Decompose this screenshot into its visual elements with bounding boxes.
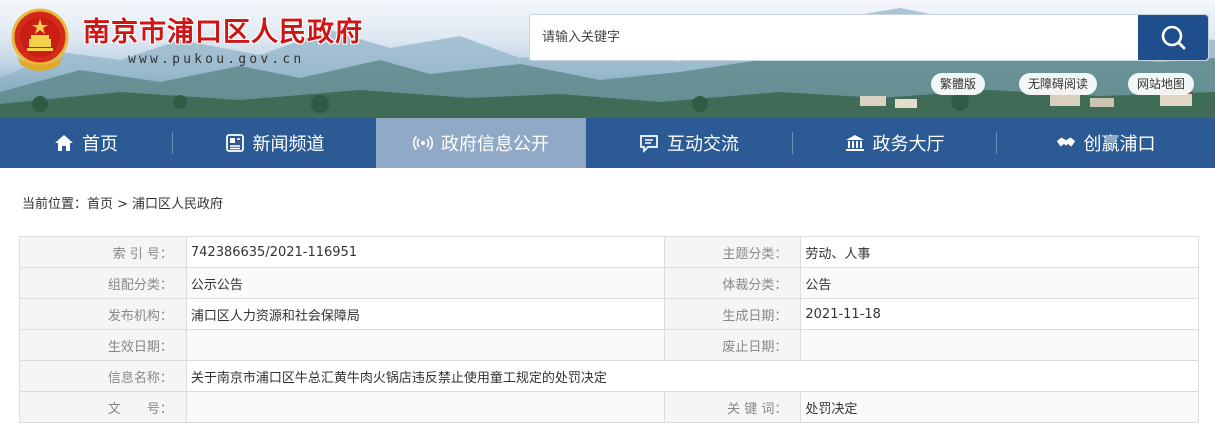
breadcrumb-separator: > [117,197,128,212]
news-icon [225,133,245,153]
nav-item-gov-info[interactable]: 政府信息公开 [376,118,586,168]
nav-item-interaction[interactable]: 互动交流 [586,118,792,168]
index-number-value: 742386635/2021-116951 [185,236,666,268]
breadcrumb: 当前位置：首页 > 浦口区人民政府 [22,193,227,212]
publisher-value: 浦口区人力资源和社会保障局 [185,298,666,330]
main-nav: 首页 新闻频道 政府信息公开 互动交流 政务大厅 创赢浦口 [0,118,1215,168]
breadcrumb-home-link[interactable]: 首页 [87,197,113,212]
site-title[interactable]: 南京市浦口区人民政府 [83,10,363,49]
effective-date-value [185,329,666,361]
search-button[interactable] [1138,15,1208,60]
effective-date-label: 生效日期： [19,329,187,361]
repeal-date-label: 废止日期： [664,329,802,361]
index-number-label: 索 引 号： [19,236,187,268]
accessibility-link[interactable]: 无障碍阅读 [1019,73,1098,95]
nav-item-service-hall[interactable]: 政务大厅 [793,118,996,168]
topic-category-value: 劳动、人事 [800,236,1199,268]
publisher-label: 发布机构： [19,298,187,330]
sitemap-link[interactable]: 网站地图 [1128,73,1195,95]
genre-category-value: 公告 [800,267,1199,299]
genre-category-label: 体裁分类： [664,267,802,299]
table-row: 发布机构： 浦口区人力资源和社会保障局 生成日期： 2021-11-18 [19,298,1199,330]
table-row: 信息名称： 关于南京市浦口区牛总汇黄牛肉火锅店违反禁止使用童工规定的处罚决定 [19,360,1200,392]
handshake-icon [1056,133,1076,153]
national-emblem-icon [11,8,69,71]
assembly-category-label: 组配分类： [19,267,187,299]
breadcrumb-current[interactable]: 浦口区人民政府 [132,197,223,212]
breadcrumb-prefix: 当前位置： [22,197,88,212]
search-box [529,14,1209,61]
table-row: 索 引 号： 742386635/2021-116951 主题分类： 劳动、人事 [19,236,1199,268]
header-banner: 南京市浦口区人民政府 www.pukou.gov.cn 繁體版 无障碍阅读 网站… [0,0,1215,118]
nav-label: 首页 [82,134,118,155]
topic-category-label: 主题分类： [664,236,802,268]
nav-label: 政务大厅 [872,134,945,155]
info-title-label: 信息名称： [19,360,187,392]
created-date-value: 2021-11-18 [800,298,1199,330]
created-date-label: 生成日期： [664,298,802,330]
hall-icon [845,133,865,153]
broadcast-icon [413,133,433,153]
repeal-date-value [800,329,1199,361]
site-url: www.pukou.gov.cn [128,52,305,67]
document-info-table: 索 引 号： 742386635/2021-116951 主题分类： 劳动、人事… [19,236,1200,423]
assembly-category-value: 公示公告 [185,267,666,299]
keywords-label: 关 键 词： [664,391,802,423]
table-row: 组配分类： 公示公告 体裁分类： 公告 [19,267,1199,299]
nav-item-news[interactable]: 新闻频道 [173,118,376,168]
home-icon [54,133,74,153]
table-row: 生效日期： 废止日期： [19,329,1199,361]
info-title-value: 关于南京市浦口区牛总汇黄牛肉火锅店违反禁止使用童工规定的处罚决定 [185,360,1200,392]
nav-item-win-pukou[interactable]: 创赢浦口 [997,118,1214,168]
nav-label: 新闻频道 [252,134,325,155]
chat-icon [639,133,659,153]
search-input[interactable] [530,15,1138,60]
table-row: 文 号： 关 键 词： 处罚决定 [19,391,1199,423]
traditional-chinese-link[interactable]: 繁體版 [931,73,986,95]
nav-label: 互动交流 [667,134,739,155]
nav-label: 创赢浦口 [1083,134,1156,155]
keywords-value: 处罚决定 [800,391,1199,423]
nav-item-home[interactable]: 首页 [0,118,172,168]
search-icon [1161,25,1186,49]
document-number-value [185,391,666,423]
nav-label: 政府信息公开 [441,134,549,155]
document-number-label: 文 号： [19,391,187,423]
